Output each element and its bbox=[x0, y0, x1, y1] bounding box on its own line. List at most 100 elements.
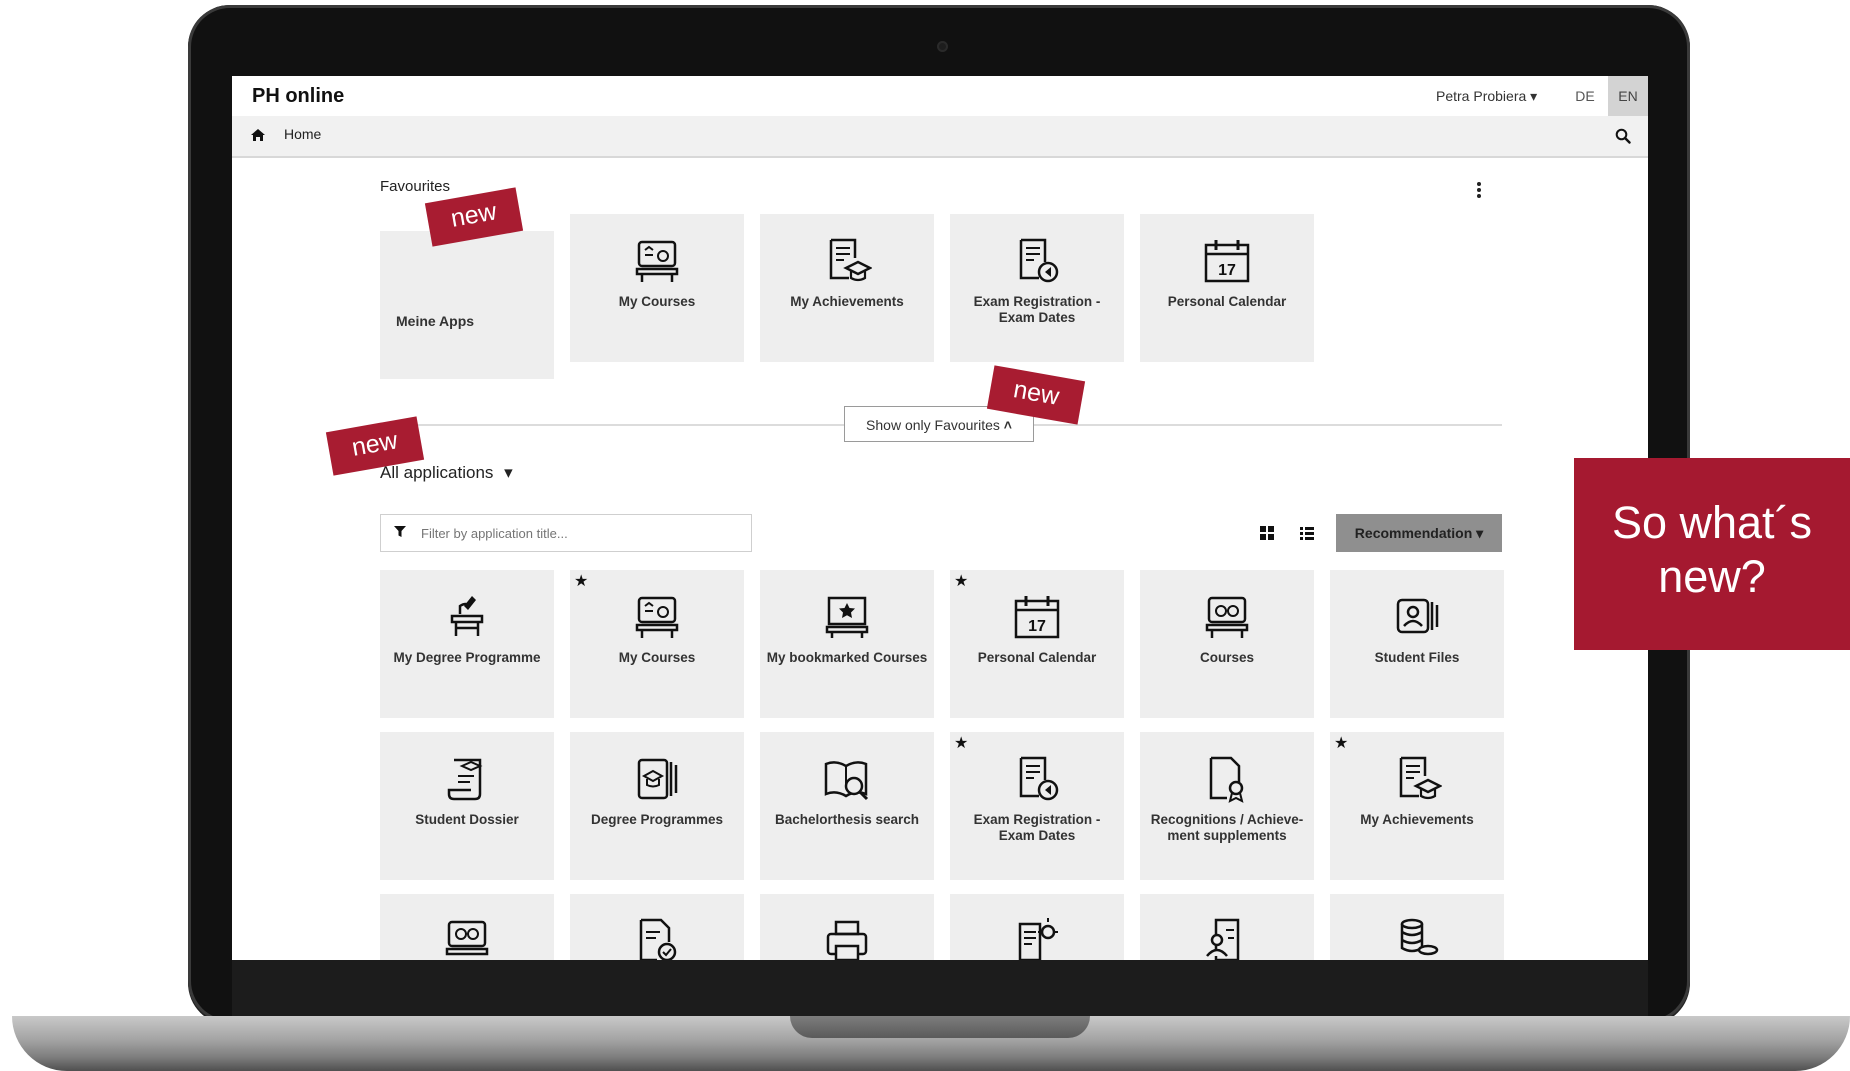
svg-text:17: 17 bbox=[1218, 262, 1236, 279]
person-document-icon bbox=[1206, 918, 1240, 960]
home-link[interactable]: Home bbox=[284, 126, 321, 142]
filter-icon bbox=[394, 526, 406, 537]
screen-bezel bbox=[232, 960, 1648, 1018]
tile-label: Student Files bbox=[1374, 650, 1460, 665]
favourite-star-icon[interactable]: ★ bbox=[954, 736, 968, 752]
app-tile-my-degree-programme[interactable]: My Degree Programme bbox=[380, 570, 554, 718]
user-menu[interactable]: Petra Probiera ▾ bbox=[1436, 88, 1537, 105]
all-applications-title: All applications bbox=[380, 463, 494, 482]
app-tile-my-bookmarked-courses[interactable]: My bookmarked Courses bbox=[760, 570, 934, 718]
tile-label: My Courses bbox=[618, 294, 696, 309]
student-dossier-icon bbox=[447, 758, 483, 801]
achievements-icon bbox=[1399, 756, 1442, 800]
fav-tile-personal-calendar[interactable]: 17 Personal Calendar bbox=[1140, 214, 1314, 362]
favourite-star-icon[interactable]: ★ bbox=[954, 574, 968, 590]
tile-label: Recognitions / Achieve-ment supplements bbox=[1150, 812, 1304, 843]
grid-view-icon[interactable] bbox=[1260, 526, 1274, 540]
fav-tile-exam-registration[interactable]: Exam Registration - Exam Dates bbox=[950, 214, 1124, 362]
media-icon bbox=[445, 920, 489, 956]
calendar-icon: 17 bbox=[1204, 240, 1250, 283]
tile-label: Exam Registration - Exam Dates bbox=[973, 294, 1101, 325]
exam-registration-icon bbox=[1019, 756, 1059, 801]
favourite-star-icon[interactable]: ★ bbox=[1334, 736, 1348, 752]
caret-down-icon: ▾ bbox=[504, 463, 513, 482]
tile-label: Meine Apps bbox=[396, 313, 475, 329]
tile-label: Courses bbox=[1199, 650, 1255, 665]
achievements-icon bbox=[829, 238, 872, 282]
printer-icon bbox=[826, 920, 868, 960]
top-bar: PH online Petra Probiera ▾ DE EN bbox=[232, 76, 1648, 116]
callout-line-2: new? bbox=[1658, 551, 1766, 602]
coins-icon bbox=[1400, 918, 1439, 956]
thesis-search-icon bbox=[824, 761, 869, 801]
all-applications-dropdown[interactable]: All applications ▾ bbox=[380, 463, 513, 483]
degree-programmes-icon bbox=[637, 758, 678, 800]
app-tile-partial[interactable] bbox=[950, 894, 1124, 960]
sort-label: Recommendation bbox=[1354, 525, 1473, 541]
more-options-icon[interactable] bbox=[1477, 182, 1481, 198]
favourites-title: Favourites bbox=[380, 178, 451, 195]
app-tile-partial[interactable] bbox=[570, 894, 744, 960]
fav-tile-meine-apps[interactable]: Meine Apps bbox=[380, 231, 554, 379]
tile-label: My Courses bbox=[618, 650, 696, 665]
bookmarked-courses-icon bbox=[825, 596, 869, 638]
app-tile-bachelorthesis-search[interactable]: Bachelorthesis search bbox=[760, 732, 934, 880]
language-en[interactable]: EN bbox=[1608, 76, 1648, 116]
tile-label: Bachelorthesis search bbox=[774, 812, 920, 827]
tile-label: Student Dossier bbox=[415, 812, 519, 827]
favourite-star-icon[interactable]: ★ bbox=[574, 574, 588, 590]
tile-label: Degree Programmes bbox=[590, 812, 724, 827]
list-view-icon[interactable] bbox=[1300, 526, 1314, 540]
app-tile-student-dossier[interactable]: Student Dossier bbox=[380, 732, 554, 880]
home-icon[interactable] bbox=[250, 128, 266, 142]
user-name: Petra Probiera bbox=[1436, 88, 1527, 104]
tile-label: Personal Calendar bbox=[1167, 294, 1287, 309]
tile-label: My Achievements bbox=[790, 294, 904, 309]
calendar-icon: 17 bbox=[1014, 596, 1060, 639]
filter-field[interactable] bbox=[380, 514, 752, 552]
idea-document-icon bbox=[1018, 918, 1058, 960]
app-tile-student-files[interactable]: Student Files bbox=[1330, 570, 1504, 718]
svg-text:17: 17 bbox=[1028, 618, 1046, 635]
toggle-label: Show only Favourites bbox=[866, 417, 1000, 433]
app-tile-partial[interactable] bbox=[380, 894, 554, 960]
recognitions-icon bbox=[1209, 756, 1244, 803]
app-tile-partial[interactable] bbox=[760, 894, 934, 960]
student-files-icon bbox=[1396, 598, 1439, 634]
app-tile-recognitions[interactable]: Recognitions / Achieve-ment supplements bbox=[1140, 732, 1314, 880]
app-title: PH online bbox=[252, 85, 345, 107]
breadcrumb-bar: Home bbox=[232, 116, 1648, 158]
courses-icon bbox=[1205, 596, 1249, 638]
app-tile-partial[interactable] bbox=[1140, 894, 1314, 960]
tile-label: My Achievements bbox=[1360, 812, 1474, 827]
callout-line-1: So what´s bbox=[1611, 497, 1813, 548]
search-icon[interactable] bbox=[1615, 128, 1631, 144]
tile-label: My bookmarked Courses bbox=[766, 650, 928, 665]
chevron-up-icon: ˄ bbox=[1003, 417, 1012, 433]
app-tile-my-achievements[interactable]: ★ My Achievements bbox=[1330, 732, 1504, 880]
tile-label: My Degree Programme bbox=[393, 650, 541, 665]
tile-label: Personal Calendar bbox=[977, 650, 1097, 665]
app-tile-degree-programmes[interactable]: Degree Programmes bbox=[570, 732, 744, 880]
app-tile-partial[interactable] bbox=[1330, 894, 1504, 960]
tile-label: Exam Registration - Exam Dates bbox=[973, 812, 1101, 843]
app-tile-personal-calendar[interactable]: ★ 17 Personal Calendar bbox=[950, 570, 1124, 718]
whats-new-callout: So what´s new? bbox=[1574, 458, 1850, 650]
filter-input[interactable] bbox=[419, 515, 743, 551]
exam-registration-icon bbox=[1019, 238, 1059, 283]
app-tile-courses[interactable]: Courses bbox=[1140, 570, 1314, 718]
language-de[interactable]: DE bbox=[1565, 76, 1605, 116]
degree-programme-icon bbox=[450, 596, 484, 636]
webcam bbox=[937, 41, 948, 52]
laptop-notch bbox=[790, 1016, 1090, 1038]
course-board-icon bbox=[635, 240, 679, 282]
sort-recommendation-button[interactable]: Recommendation ▾ bbox=[1336, 514, 1502, 552]
app-tile-exam-registration[interactable]: ★ Exam Registration - Exam Dates bbox=[950, 732, 1124, 880]
caret-down-icon: ▾ bbox=[1530, 88, 1538, 104]
fav-tile-my-achievements[interactable]: My Achievements bbox=[760, 214, 934, 362]
document-check-icon bbox=[639, 918, 677, 960]
fav-tile-my-courses[interactable]: My Courses bbox=[570, 214, 744, 362]
app-tile-my-courses[interactable]: ★ My Courses bbox=[570, 570, 744, 718]
course-board-icon bbox=[635, 596, 679, 638]
caret-down-icon: ▾ bbox=[1476, 525, 1484, 541]
